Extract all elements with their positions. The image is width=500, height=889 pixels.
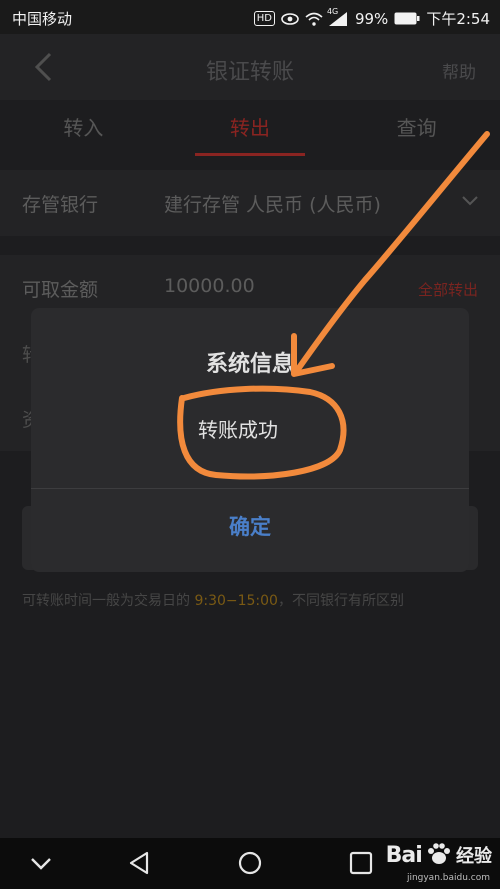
transfer-tabs: 转入 转出 查询: [0, 100, 500, 158]
transfer-all-button[interactable]: 全部转出: [418, 279, 478, 300]
help-link[interactable]: 帮助: [442, 58, 476, 83]
battery-percent: 99%: [354, 9, 389, 28]
transfer-time-note: 可转账时间一般为交易日的 9:30−15:00，不同银行有所区别: [22, 590, 404, 610]
clock: 下午2:54: [426, 10, 490, 28]
tab-transfer-in[interactable]: 转入: [0, 100, 167, 158]
signal-icon: 4G: [327, 7, 349, 26]
watermark-url: jingyan.baidu.com: [406, 873, 490, 883]
hd-icon: HD: [253, 11, 275, 26]
note-time: 9:30−15:00: [194, 593, 278, 609]
dialog-message: 转账成功: [198, 418, 278, 442]
watermark-brand-cn: 经验: [456, 846, 492, 867]
bank-select-row[interactable]: 存管银行 建行存管 人民币 (人民币): [0, 170, 500, 236]
tab-transfer-out[interactable]: 转出: [167, 100, 334, 158]
tab-query[interactable]: 查询: [333, 100, 500, 158]
page-title: 银证转账: [205, 60, 294, 85]
home-circle-icon[interactable]: [237, 850, 263, 876]
chevron-down-icon[interactable]: [462, 196, 478, 206]
system-nav-bar: Bai 经验 jingyan.baidu.com: [0, 838, 500, 889]
battery-icon: [394, 12, 420, 25]
status-bar: 中国移动 HD 4G 99% 下午2:54: [0, 0, 500, 34]
dialog-ok-button[interactable]: 确定: [31, 511, 469, 541]
status-icons: HD 4G 99% 下午2:54: [253, 7, 490, 29]
paw-logo-icon: [427, 843, 450, 864]
available-value: 10000.00: [164, 275, 255, 297]
bank-value: 建行存管 人民币 (人民币): [164, 194, 381, 216]
wifi-icon: [305, 12, 323, 26]
available-label: 可取金额: [22, 279, 99, 301]
watermark-brand: Bai: [385, 843, 423, 868]
dialog-title: 系统信息: [205, 352, 294, 377]
back-triangle-icon[interactable]: [127, 850, 153, 876]
system-info-dialog: 系统信息 转账成功 确定: [31, 308, 469, 572]
carrier-name: 中国移动: [12, 10, 73, 28]
bank-label: 存管银行: [22, 194, 99, 216]
note-suffix: ，不同银行有所区别: [277, 593, 404, 609]
dialog-divider: [31, 488, 469, 489]
chevron-down-icon[interactable]: [28, 850, 54, 876]
top-nav-bar: 银证转账 帮助: [0, 34, 500, 100]
eye-icon: [281, 12, 299, 25]
recent-apps-icon[interactable]: [348, 850, 374, 876]
baidu-jingyan-watermark: Bai 经验 jingyan.baidu.com: [385, 842, 492, 883]
note-prefix: 可转账时间一般为交易日的: [22, 593, 195, 609]
